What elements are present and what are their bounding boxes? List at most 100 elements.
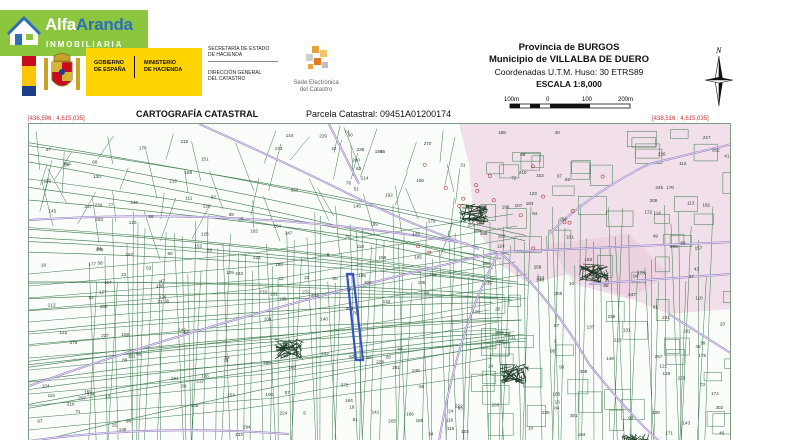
parcel-number: 181 <box>683 329 691 334</box>
parcel-number: 242 <box>321 351 329 356</box>
parcel-reference: Parcela Catastral: 09451A01200174 <box>306 109 452 119</box>
parcel-number: 102 <box>461 429 469 434</box>
parcel-number: 75 <box>345 234 351 239</box>
building-hatching <box>623 434 626 440</box>
parcel-number: 166 <box>406 412 414 417</box>
parcel-number: 127 <box>99 289 107 294</box>
strip-boundary <box>286 231 292 440</box>
parcel-number: 100 <box>265 392 273 397</box>
parcel-number: 97 <box>557 173 563 178</box>
parcel-number: 276 <box>70 340 78 345</box>
parcel-number: 215 <box>180 139 188 144</box>
parcel-number: 45 <box>505 369 511 374</box>
municipality-title: Municipio de VILLALBA DE DUERO <box>488 54 650 65</box>
parcel-number: 49 <box>653 234 659 239</box>
parcel-number: 243 <box>235 271 243 276</box>
parcel-number: 80 <box>332 276 338 281</box>
parcel-number: 103 <box>498 233 506 238</box>
strip-boundary <box>516 266 522 440</box>
parcel-number: 40 <box>555 130 561 135</box>
parcel-number: 74 <box>344 129 350 134</box>
cadastral-map[interactable]: 76 17 27 19 77 78 79 80 82 101 44 98 95 64 14 10 12 13 18 1… <box>28 123 731 440</box>
parcel-number: 172 <box>645 210 653 215</box>
parcel-number: 10 <box>569 281 575 286</box>
parcel-number: 261 <box>392 365 400 370</box>
parcel-number: 34 <box>428 432 434 437</box>
parcel-number: 199 <box>480 231 488 236</box>
parcel-number: 128 <box>412 231 420 236</box>
parcel-number: 191 <box>128 353 136 358</box>
field-boundary <box>29 321 499 383</box>
parcel-number: 168 <box>498 130 506 135</box>
parcel-number: 245 <box>655 185 663 190</box>
parcel-number: 109 <box>226 270 234 275</box>
parcel-number: 155 <box>96 247 104 252</box>
parcel-number: 204 <box>559 217 567 222</box>
parcel-number: 225 <box>678 375 686 380</box>
coordinates-label: Coordenadas U.T.M. Huso: 30 ETRS89 <box>494 67 644 77</box>
parcel-number: 228 <box>376 360 384 365</box>
parcel-number: 236 <box>542 410 550 415</box>
parcel-number: 39 <box>700 341 706 346</box>
parcel-number: 239 <box>608 314 616 319</box>
parcel-number: 62 <box>356 166 362 171</box>
parcel-number: 229 <box>319 134 327 139</box>
scale-tick: 100 <box>582 97 593 103</box>
strip-boundary <box>88 281 97 440</box>
parcel-number: 60 <box>367 355 373 360</box>
parcel-boundary <box>263 196 281 242</box>
parcel-number: 52 <box>349 354 355 359</box>
strip-boundary <box>249 270 254 440</box>
strip-boundary <box>243 254 246 440</box>
parcel-number: 30 <box>181 384 187 389</box>
map-canvas[interactable]: 7617271977787980821014498956414101213181… <box>29 124 731 440</box>
parcel-number: 69 <box>136 351 142 356</box>
field-boundary <box>29 345 496 407</box>
parcel-number: 183 <box>526 201 534 206</box>
parcel-number: 145 <box>49 209 57 214</box>
parcel-number: 149 <box>606 356 614 361</box>
parcel-number: 31 <box>460 162 466 167</box>
parcel-number: 150 <box>275 262 283 267</box>
parcel-number: 173 <box>275 146 283 151</box>
parcel-number: 179 <box>428 219 436 224</box>
parcel-number: 73 <box>700 382 706 387</box>
strip-boundary <box>215 248 219 440</box>
parcel-number: 174 <box>711 391 719 396</box>
parcel-number: 187 <box>496 339 504 344</box>
parcel-number: 57 <box>285 390 291 395</box>
parcel-number: 131 <box>623 328 631 333</box>
parcel-number: 207 <box>78 396 86 401</box>
parcel-number: 208 <box>364 280 372 285</box>
parcel-number: 70 <box>353 311 359 316</box>
parcel-boundary <box>165 133 174 160</box>
parcel-number: 14 <box>488 364 494 369</box>
parcel-number: 154 <box>227 393 235 398</box>
parcel-number: 147 <box>285 231 293 236</box>
parcel-number: 123 <box>529 191 537 196</box>
parcel-number: 115 <box>48 393 56 398</box>
parcel-number: 203 <box>492 402 500 407</box>
parcel-number: 135 <box>279 297 287 302</box>
parcel-number: 248 <box>412 368 420 373</box>
parcel-number: 146 <box>353 203 361 208</box>
parcel-number: 272 <box>302 290 310 295</box>
parcel-boundary <box>395 172 408 206</box>
parcel-number: 182 <box>702 203 710 208</box>
corner-coordinate-right: [438,516 ; 4,615,035] <box>652 116 709 122</box>
logo-name: AlfaAranda <box>45 15 133 34</box>
parcel-boundary <box>444 137 456 186</box>
parcel-number: 110 <box>695 295 703 300</box>
parcel-number: 244 <box>311 293 319 298</box>
parcel-number: 258 <box>534 264 542 269</box>
parcel-number: 71 <box>76 409 82 414</box>
urban-parcel <box>523 367 543 388</box>
building-marker <box>443 185 448 190</box>
parcel-number: 140 <box>320 316 328 321</box>
parcel-number: 21 <box>158 299 164 304</box>
parcel-number: 158 <box>121 332 129 337</box>
parcel-number: 99 <box>424 290 430 295</box>
parcel-number: 28 <box>386 355 392 360</box>
parcel-number: 132 <box>383 299 391 304</box>
parcel-number: 217 <box>703 135 711 140</box>
